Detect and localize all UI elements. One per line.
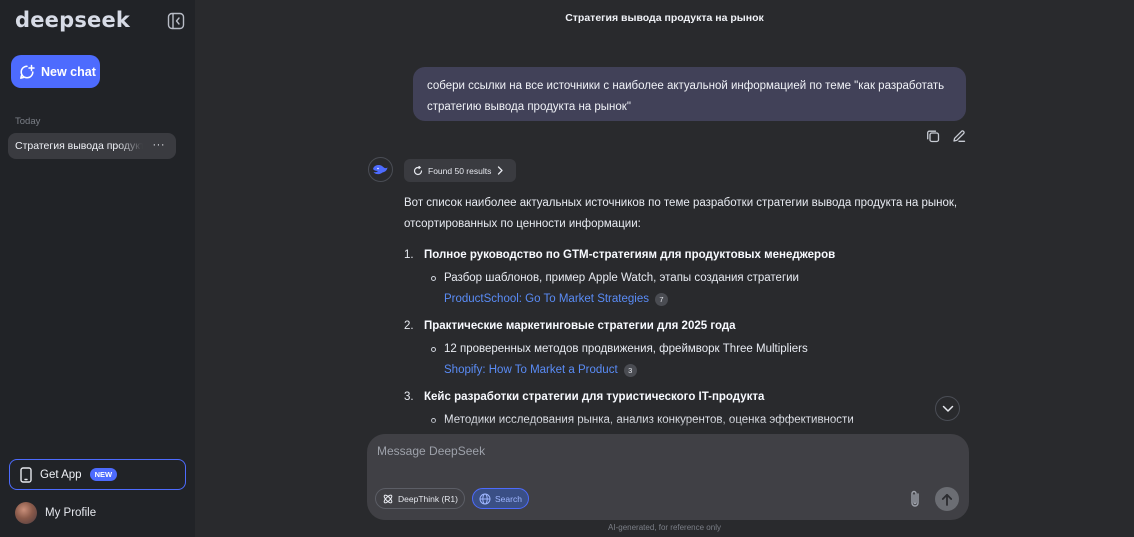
new-chat-label: New chat [41,64,96,79]
deepthink-toggle[interactable]: DeepThink (R1) [375,488,465,509]
answer-intro: Вот список наиболее актуальных источнико… [404,197,958,230]
list-item-number: 3. [404,391,414,403]
message-actions [926,129,966,143]
user-message: собери ссылки на все источники с наиболе… [413,67,966,121]
section-today: Today [15,116,41,127]
bullet-icon [431,276,436,281]
avatar [15,502,37,524]
globe-icon [479,493,491,504]
deepseek-whale-icon [368,157,393,182]
chat-history-item[interactable]: Стратегия вывода продукта на рынок ··· [8,133,176,159]
deepthink-label: DeepThink (R1) [398,493,458,504]
profile-label: My Profile [45,507,97,519]
main-panel: Стратегия вывода продукта на рынок собер… [195,0,1134,537]
source-link-row: Shopify: How To Market a Product 3 [444,360,964,381]
source-link[interactable]: ProductSchool: Go To Market Strategies [444,289,649,310]
assistant-answer: Вот список наиболее актуальных источнико… [404,193,964,437]
list-item-heading: Практические маркетинговые стратегии для… [424,320,736,332]
source-link[interactable]: Shopify: How To Market a Product [444,360,618,381]
list-item-detail: Разбор шаблонов, пример Apple Watch, эта… [424,268,964,310]
found-results-label: Found 50 results [428,165,492,176]
app: deepseek New chat Today Стратегия вывода… [0,0,1134,537]
search-label: Search [495,493,522,504]
chevron-down-icon [942,405,953,412]
new-chat-button[interactable]: New chat [11,55,100,88]
message-input[interactable] [377,444,947,478]
more-options-icon[interactable]: ··· [153,139,166,151]
scroll-to-bottom-button[interactable] [935,396,960,421]
profile-button[interactable]: My Profile [15,502,96,524]
list-item-heading: Кейс разработки стратегии для туристичес… [424,391,765,403]
chat-history-item-label: Стратегия вывода продукта на рынок [15,140,143,152]
citation-badge[interactable]: 3 [623,364,637,377]
citation-badge[interactable]: 7 [654,293,668,306]
new-badge: NEW [89,468,118,481]
source-link-row: ProductSchool: Go To Market Strategies 7 [444,289,964,310]
list-item-detail-text: Разбор шаблонов, пример Apple Watch, эта… [444,272,799,284]
get-app-label: Get App [40,468,82,481]
collapse-sidebar-icon[interactable] [167,12,185,30]
page-title: Стратегия вывода продукта на рынок [565,12,764,24]
list-item: 2. Практические маркетинговые стратегии … [404,316,964,381]
sidebar: deepseek New chat Today Стратегия вывода… [0,0,195,537]
get-app-button[interactable]: Get App NEW [9,459,186,490]
edit-icon[interactable] [952,129,966,143]
bullet-icon [431,347,436,352]
send-button[interactable] [935,487,959,511]
phone-icon [20,466,32,483]
search-toggle[interactable]: Search [472,488,529,509]
paperclip-icon[interactable] [906,489,924,509]
copy-icon[interactable] [926,129,940,143]
message-composer: DeepThink (R1) Search [367,434,969,520]
list-item-detail: 12 проверенных методов продвижения, фрей… [424,339,964,381]
chevron-right-icon [498,166,503,175]
list-item-number: 1. [404,249,414,261]
atom-icon [383,494,393,503]
list-item: 1. Полное руководство по GTM-стратегиям … [404,245,964,310]
search-refresh-icon [413,165,423,175]
deepseek-logo[interactable]: deepseek [15,8,130,32]
list-item-number: 2. [404,320,414,332]
new-chat-icon [20,64,35,79]
arrow-up-icon [941,493,953,506]
disclaimer: AI-generated, for reference only [608,523,721,532]
list-item-detail-text: 12 проверенных методов продвижения, фрей… [444,343,808,355]
list-item-heading: Полное руководство по GTM-стратегиям для… [424,249,836,261]
found-results-chip[interactable]: Found 50 results [404,159,516,182]
